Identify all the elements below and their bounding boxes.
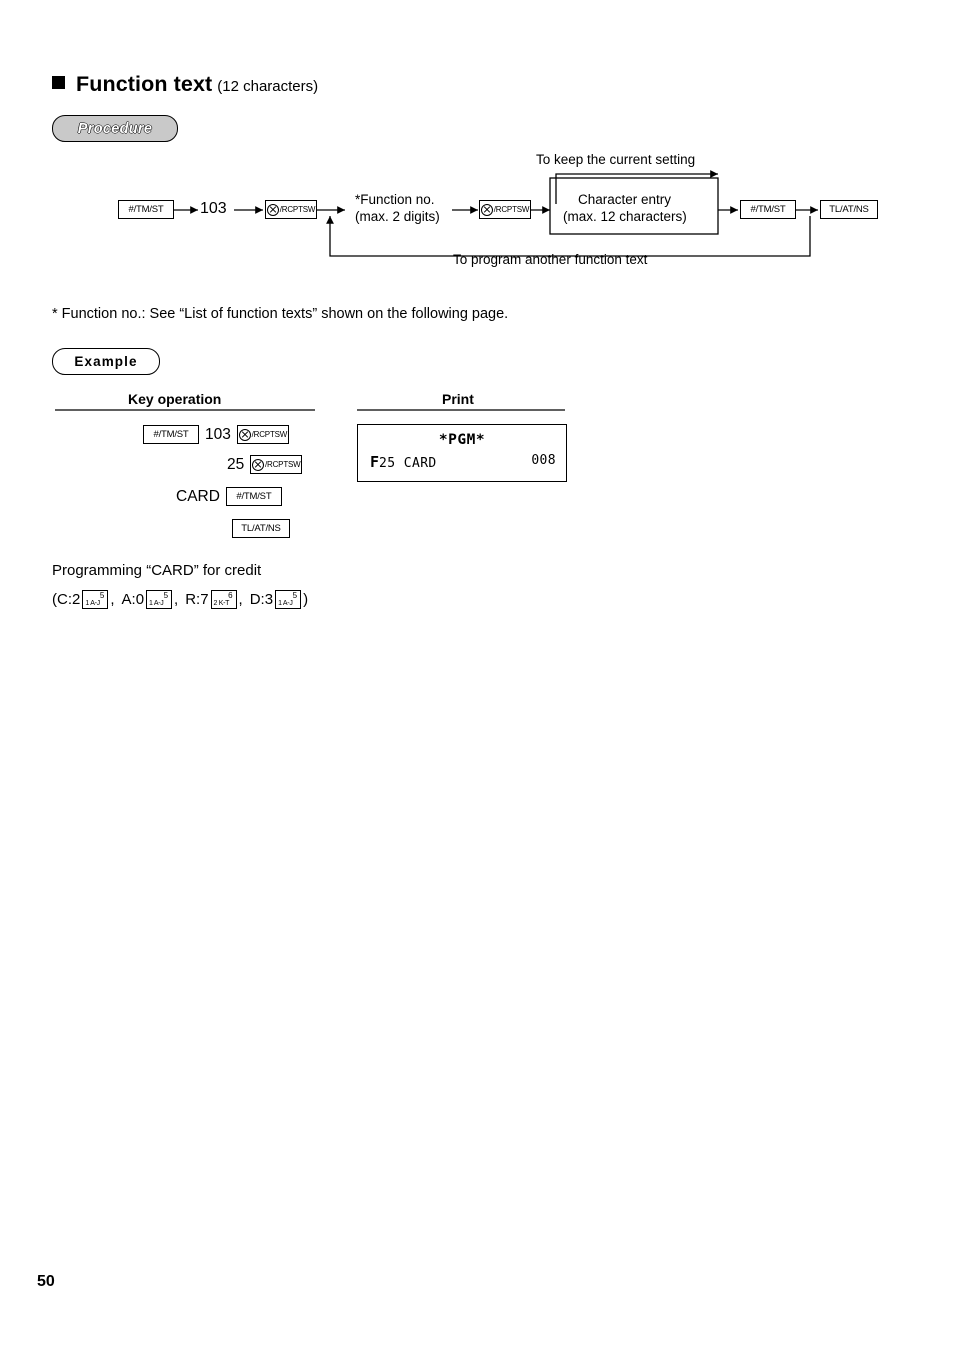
page-number: 50: [37, 1273, 55, 1290]
note-sep-3: ,: [238, 591, 243, 608]
char-key-2: 5 1 A-J: [146, 590, 173, 609]
key-tm-st-2: #/TM/ST: [740, 200, 796, 219]
key-tl-at-ns-ex: TL/AT/NS: [232, 519, 290, 538]
multiply-circle-icon: [252, 458, 264, 471]
square-bullet-icon: [52, 76, 65, 89]
char-key-2-top: 5: [163, 591, 169, 600]
example-label: Example: [52, 348, 160, 375]
keep-current-setting-label: To keep the current setting: [536, 152, 696, 167]
key-tm-st-ex2: #/TM/ST: [225, 487, 282, 506]
character-entry-line1: Character entry: [578, 192, 672, 207]
key-tl-at-ns-1: TL/AT/NS: [820, 200, 878, 219]
note-line-2: ( C:2 5 1 A-J , A:0 5 1 A-J , R:7 6 2 K-…: [52, 590, 308, 609]
key-operation-row-1: #/TM/ST 103 /RCPTSW: [143, 425, 289, 444]
footnote: * Function no.: See “List of function te…: [52, 306, 509, 322]
key-tm-st-1: #/TM/ST: [118, 200, 174, 219]
note-sep-1: ,: [110, 591, 115, 608]
char-key-2-bottom: 1 A-J: [149, 600, 164, 607]
key-rcptsw-ex2: /RCPTSW: [250, 455, 303, 474]
print-sample: *PGM* F25 CARD 008: [357, 424, 567, 482]
key-tm-st-ex1: #/TM/ST: [143, 425, 199, 444]
procedure-label: Procedure: [52, 115, 178, 142]
print-prefix: F: [370, 453, 380, 471]
flow-number-103: 103: [200, 200, 227, 217]
note-item-label-1: C:2: [57, 591, 81, 608]
page: Function text (12 characters) Procedure …: [0, 0, 954, 1348]
section-heading: Function text (12 characters): [52, 72, 318, 97]
key-rcptsw-ex1: /RCPTSW: [236, 425, 289, 444]
note-item-label-2: A:0: [121, 591, 145, 608]
page-title-subtitle: (12 characters): [217, 78, 319, 95]
print-code: 25: [379, 456, 396, 471]
key-operation-value-1: 103: [205, 425, 231, 443]
key-operation-value-3: CARD: [176, 487, 220, 505]
key-operation-row-2: 25 /RCPTSW: [227, 455, 303, 474]
note-item-label-3: R:7: [185, 591, 209, 608]
program-another-label: To program another function text: [453, 252, 648, 267]
note-close-paren: ): [303, 591, 309, 608]
char-key-3-bottom: 2 K-T: [213, 600, 230, 607]
procedure-flow-diagram: #/TM/ST 103 /RCPTSW *Function no. (max. …: [0, 140, 954, 285]
char-key-4: 5 1 A-J: [275, 590, 302, 609]
note-item-label-4: D:3: [249, 591, 274, 608]
char-key-1: 5 1 A-J: [82, 590, 109, 609]
key-rcptsw-2: /RCPTSW: [479, 200, 531, 219]
multiply-circle-icon: [266, 203, 279, 216]
key-operation-row-3: CARD #/TM/ST: [176, 487, 282, 506]
key-rcptsw-1: /RCPTSW: [265, 200, 317, 219]
multiply-circle-icon: [238, 428, 251, 441]
char-key-1-bottom: 1 A-J: [85, 600, 100, 607]
column-header-key-operation: Key operation: [128, 391, 222, 407]
print-line-left: F25 CARD: [370, 453, 437, 471]
key-operation-value-2: 25: [227, 455, 245, 473]
column-header-print: Print: [442, 391, 474, 407]
print-line-right: 008: [531, 453, 556, 468]
print-text: CARD: [403, 456, 437, 471]
print-title: *PGM*: [438, 432, 486, 448]
char-key-3: 6 2 K-T: [210, 590, 237, 609]
page-title: Function text: [76, 72, 213, 96]
print-line: F25 CARD 008: [370, 453, 556, 471]
multiply-circle-icon: [480, 203, 493, 216]
character-entry-line2: (max. 12 characters): [563, 209, 687, 224]
char-key-4-top: 5: [292, 591, 298, 600]
char-key-4-bottom: 1 A-J: [278, 600, 293, 607]
function-no-line2: (max. 2 digits): [355, 209, 440, 224]
note-sep-2: ,: [174, 591, 179, 608]
note-line-1: Programming “CARD” for credit: [52, 562, 262, 579]
function-no-line1: *Function no.: [355, 192, 435, 207]
key-operation-row-4: TL/AT/NS: [232, 519, 290, 538]
char-key-1-top: 5: [99, 591, 105, 600]
